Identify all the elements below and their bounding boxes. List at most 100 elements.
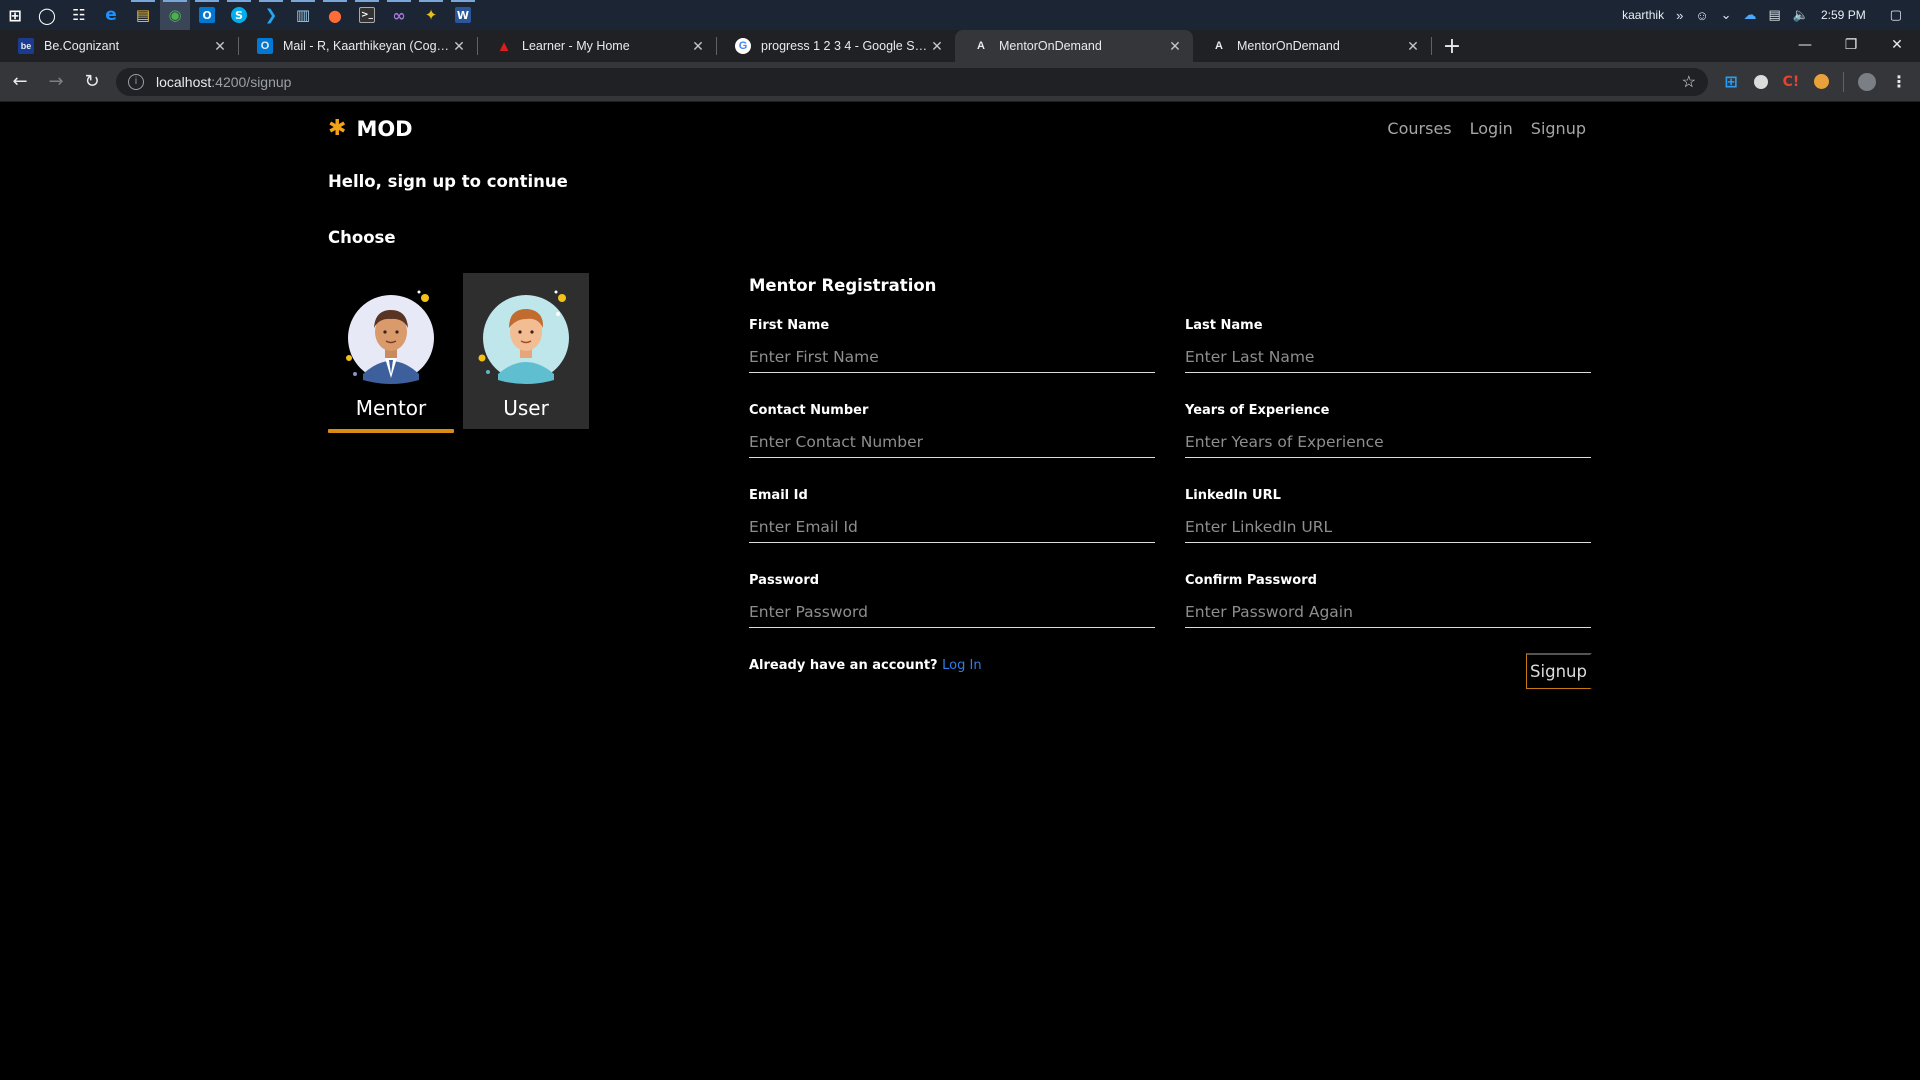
password-input[interactable] xyxy=(749,600,1155,628)
terminal-icon[interactable]: >_ xyxy=(352,0,382,30)
bookmark-star-icon[interactable]: ☆ xyxy=(1682,72,1696,92)
field-label: Password xyxy=(749,573,820,588)
password-field: Password xyxy=(749,573,1155,628)
tab-title: Be.Cognizant xyxy=(44,39,120,53)
extensions-area: ⊞ C! ⋮ xyxy=(1722,71,1908,92)
confirm-password-input[interactable] xyxy=(1185,600,1591,628)
role-user-card[interactable]: User xyxy=(463,273,589,429)
tray-expand-icon[interactable]: ⌄ xyxy=(1721,7,1732,23)
tray-overflow-icon[interactable]: » xyxy=(1676,8,1683,23)
visual-studio-icon[interactable]: ∞ xyxy=(384,0,414,30)
tab-close-icon[interactable]: ✕ xyxy=(690,38,706,55)
tab-close-icon[interactable]: ✕ xyxy=(1167,38,1183,55)
years-of-experience-field: Years of Experience xyxy=(1185,403,1591,458)
nav-courses[interactable]: Courses xyxy=(1387,119,1451,138)
outlook-icon[interactable]: O xyxy=(192,0,222,30)
form-title: Mentor Registration xyxy=(749,276,937,295)
onedrive-icon[interactable]: ☁ xyxy=(1744,7,1757,23)
vscode-icon[interactable]: ❯ xyxy=(256,0,286,30)
tab-mail[interactable]: O Mail - R, Kaarthikeyan (Cognizant) ✕ xyxy=(239,30,477,62)
notepad-icon[interactable]: ▥ xyxy=(288,0,318,30)
tab-mentorondemand[interactable]: A MentorOnDemand ✕ xyxy=(1193,30,1431,62)
toolbar-separator xyxy=(1843,71,1844,92)
chrome-icon[interactable]: ◉ xyxy=(160,0,190,30)
new-tab-button[interactable]: + xyxy=(1438,32,1466,60)
circle-extension-icon[interactable] xyxy=(1754,74,1768,89)
tab-learner[interactable]: ▲ Learner - My Home ✕ xyxy=(478,30,716,62)
tab-close-icon[interactable]: ✕ xyxy=(212,38,228,55)
login-link[interactable]: Log In xyxy=(942,658,981,673)
site-info-icon[interactable]: i xyxy=(128,73,144,90)
running-person-logo-icon: ✱ xyxy=(328,116,347,141)
tab-title: progress 1 2 3 4 - Google Search xyxy=(761,39,929,53)
edge-icon[interactable]: e xyxy=(96,0,126,30)
network-icon[interactable]: ▤ xyxy=(1769,7,1781,23)
cookie-extension-icon[interactable] xyxy=(1814,74,1829,89)
brand[interactable]: ✱ MOD xyxy=(328,116,413,141)
email-id-input[interactable] xyxy=(749,515,1155,543)
google-favicon-icon: G xyxy=(735,38,751,54)
tab-title: Mail - R, Kaarthikeyan (Cognizant) xyxy=(283,39,451,53)
volume-icon[interactable]: 🔈 xyxy=(1793,7,1809,23)
address-bar[interactable]: i localhost:4200/signup ☆ xyxy=(116,67,1708,96)
postman-icon[interactable]: ● xyxy=(320,0,350,30)
nav-signup[interactable]: Signup xyxy=(1531,119,1586,138)
windows-extension-icon[interactable]: ⊞ xyxy=(1722,72,1740,91)
tab-title: Learner - My Home xyxy=(522,39,630,53)
word-icon[interactable]: W xyxy=(448,0,478,30)
tab-google-search[interactable]: G progress 1 2 3 4 - Google Search ✕ xyxy=(717,30,955,62)
tab-mentorondemand-active[interactable]: A MentorOnDemand ✕ xyxy=(955,30,1193,62)
red-extension-icon[interactable]: C! xyxy=(1782,73,1800,91)
brand-name: MOD xyxy=(356,116,413,141)
role-user-label: User xyxy=(503,396,549,420)
choose-heading: Choose xyxy=(328,228,396,247)
notification-icon[interactable]: ▢ xyxy=(1890,7,1902,23)
already-have-account-text: Already have an account? xyxy=(749,658,938,673)
field-label: Contact Number xyxy=(749,403,869,418)
chrome-menu-icon[interactable]: ⋮ xyxy=(1890,72,1908,91)
url-host: localhost xyxy=(156,73,212,90)
tab-title: MentorOnDemand xyxy=(1237,39,1340,53)
confirm-password-field: Confirm Password xyxy=(1185,573,1591,628)
field-label: Email Id xyxy=(749,488,808,503)
cortana-search-icon[interactable]: ◯ xyxy=(32,0,62,30)
file-explorer-icon[interactable]: ▤ xyxy=(128,0,158,30)
tab-becognizant[interactable]: be Be.Cognizant ✕ xyxy=(0,30,238,62)
nav-login[interactable]: Login xyxy=(1470,119,1513,138)
tab-close-icon[interactable]: ✕ xyxy=(929,38,945,55)
windows-start-icon[interactable]: ⊞ xyxy=(0,0,30,30)
tab-close-icon[interactable]: ✕ xyxy=(1405,38,1421,55)
field-label: First Name xyxy=(749,318,830,333)
angular-favicon-icon: A xyxy=(1215,40,1223,52)
windows-taskbar: ⊞ ◯ ☷ e ▤ ◉ O S ❯ ▥ ● >_ ∞ ✦ W kaarthik … xyxy=(0,0,1920,30)
system-tray: kaarthik » ☺ ⌄ ☁ ▤ 🔈 2:59 PM ▢ xyxy=(1622,7,1920,23)
task-view-icon[interactable]: ☷ xyxy=(64,0,94,30)
role-mentor-card[interactable]: Mentor xyxy=(328,273,454,433)
restore-icon[interactable]: ❐ xyxy=(1828,30,1874,60)
learner-favicon-icon: ▲ xyxy=(496,37,512,55)
years-of-experience-input[interactable] xyxy=(1185,430,1591,458)
tab-close-icon[interactable]: ✕ xyxy=(451,38,467,55)
profile-avatar-icon[interactable] xyxy=(1858,72,1876,91)
linkedin-url-field: LinkedIn URL xyxy=(1185,488,1591,543)
greeting-heading: Hello, sign up to continue xyxy=(328,172,568,191)
people-icon[interactable]: ☺ xyxy=(1695,8,1708,23)
signup-button[interactable]: Signup xyxy=(1526,653,1592,689)
skype-icon[interactable]: S xyxy=(224,0,254,30)
last-name-input[interactable] xyxy=(1185,345,1591,373)
first-name-input[interactable] xyxy=(749,345,1155,373)
reload-icon[interactable]: ↻ xyxy=(76,66,108,98)
sticky-tool-icon[interactable]: ✦ xyxy=(416,0,446,30)
tray-clock[interactable]: 2:59 PM xyxy=(1821,8,1866,22)
forward-icon[interactable]: → xyxy=(40,66,72,98)
contact-number-input[interactable] xyxy=(749,430,1155,458)
back-icon[interactable]: ← xyxy=(4,66,36,98)
field-label: Years of Experience xyxy=(1185,403,1330,418)
linkedin-url-input[interactable] xyxy=(1185,515,1591,543)
first-name-field: First Name xyxy=(749,318,1155,373)
minimize-icon[interactable]: — xyxy=(1782,30,1828,60)
email-id-field: Email Id xyxy=(749,488,1155,543)
close-window-icon[interactable]: ✕ xyxy=(1874,30,1920,60)
selected-role-indicator xyxy=(328,429,454,433)
url-path: :4200/signup xyxy=(211,73,292,90)
